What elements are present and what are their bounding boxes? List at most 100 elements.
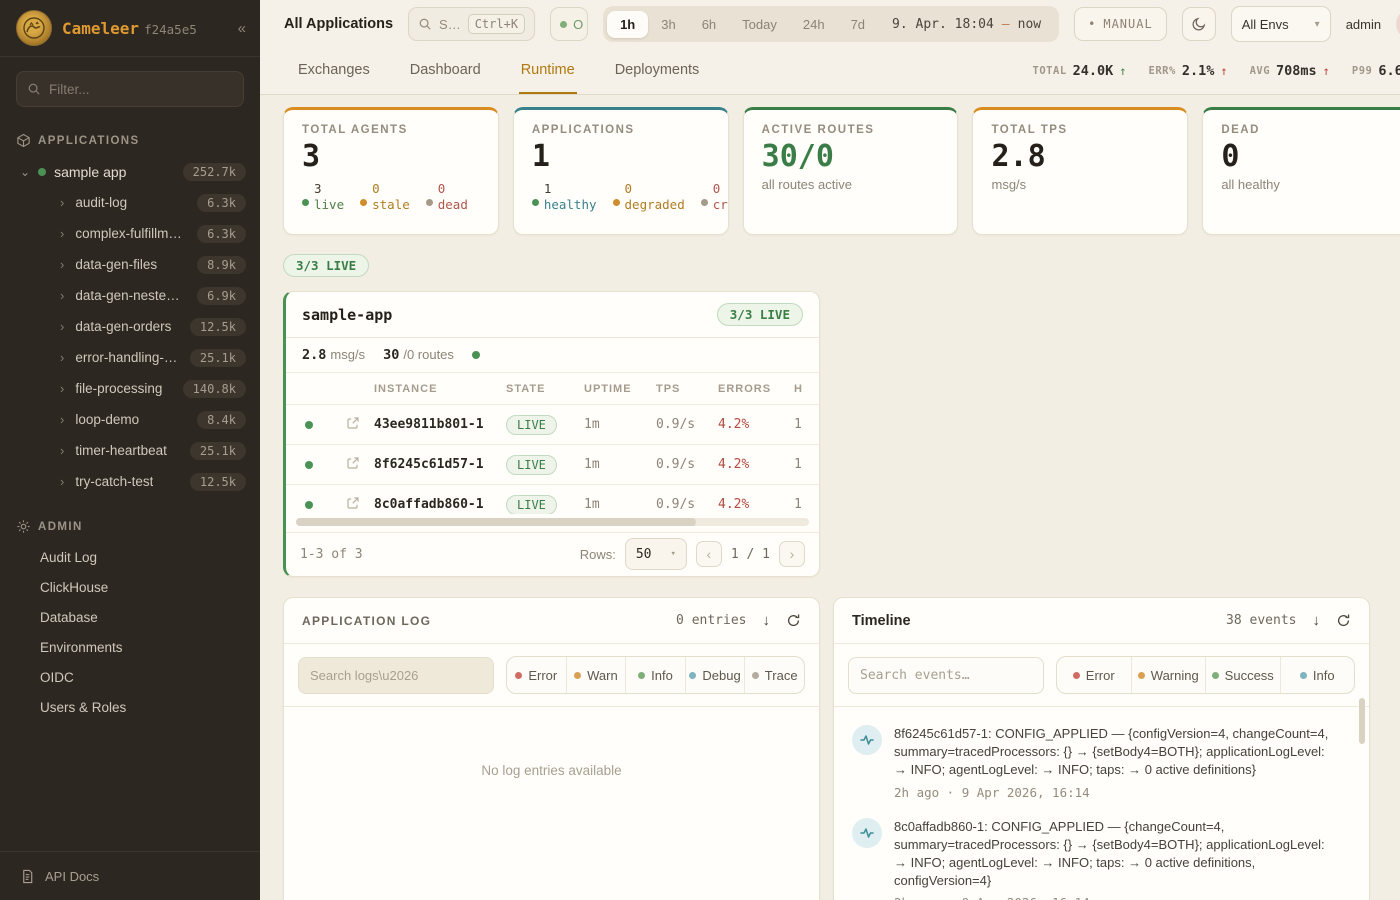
sidebar-item-users-roles[interactable]: Users & Roles xyxy=(0,692,260,722)
download-icon[interactable]: ↓ xyxy=(1313,612,1321,629)
filter-input[interactable] xyxy=(49,82,233,97)
admin-nav: Audit LogClickHouseDatabaseEnvironmentsO… xyxy=(0,542,260,722)
sidebar-item-environments[interactable]: Environments xyxy=(0,632,260,662)
sidebar-item-audit-log[interactable]: Audit Log xyxy=(0,542,260,572)
environment-select[interactable]: All Envs ▾ xyxy=(1231,6,1331,42)
table-row[interactable]: 8f6245c61d57-1LIVE1m0.9/s4.2%1 xyxy=(286,444,819,484)
tab-deployments[interactable]: Deployments xyxy=(613,48,702,94)
chevron-down-icon[interactable]: ⌄ xyxy=(20,165,30,179)
sidebar-item-complex-fulfillm[interactable]: ›complex-fulfillm…6.3k xyxy=(0,218,260,249)
status-dot xyxy=(560,21,567,28)
time-range-1h[interactable]: 1h xyxy=(607,11,648,38)
log-filter-error[interactable]: Error xyxy=(507,657,566,693)
sidebar-item-data-gen-orders[interactable]: ›data-gen-orders12.5k xyxy=(0,311,260,342)
connection-status-chip[interactable]: O xyxy=(550,7,588,41)
log-search-input[interactable] xyxy=(298,657,494,694)
avatar[interactable]: AD xyxy=(1396,9,1400,39)
caret-down-icon: ▾ xyxy=(670,549,675,559)
scrollbar-thumb[interactable] xyxy=(296,518,696,526)
timeline-event[interactable]: 8f6245c61d57-1: CONFIG_APPLIED — {config… xyxy=(852,713,1353,806)
log-filter-debug[interactable]: Debug xyxy=(685,657,745,693)
level-dot xyxy=(515,672,522,679)
stat-cards: TOTAL AGENTS33live0stale0deadAPPLICATION… xyxy=(283,107,1400,235)
chevron-right-icon[interactable]: › xyxy=(60,226,64,241)
download-icon[interactable]: ↓ xyxy=(763,612,771,629)
instance-id[interactable]: 8c0affadb860-1 xyxy=(374,497,506,512)
sidebar-filter[interactable] xyxy=(16,71,244,107)
time-range-control: 1h3h6hToday24h7d 9. Apr. 18:04 – now xyxy=(603,6,1059,42)
chevron-right-icon[interactable]: › xyxy=(60,381,64,396)
next-page-button[interactable]: › xyxy=(779,541,805,567)
sidebar-item-data-gen-files[interactable]: ›data-gen-files8.9k xyxy=(0,249,260,280)
sidebar-item-file-processing[interactable]: ›file-processing140.8k xyxy=(0,373,260,404)
timeline-filter-error[interactable]: Error xyxy=(1057,657,1131,693)
sidebar-item-timer-heartbeat[interactable]: ›timer-heartbeat25.1k xyxy=(0,435,260,466)
pulse-icon xyxy=(852,818,882,848)
global-search[interactable]: S… Ctrl+K xyxy=(408,7,535,41)
sidebar-item-error-handling[interactable]: ›error-handling-…25.1k xyxy=(0,342,260,373)
timeline-event[interactable]: 8c0affadb860-1: CONFIG_APPLIED — {change… xyxy=(852,806,1353,900)
chevron-right-icon[interactable]: › xyxy=(60,350,64,365)
sidebar-item-audit-log[interactable]: ›audit-log6.3k xyxy=(0,187,260,218)
date-to: now xyxy=(1018,17,1041,32)
dot-icon: • xyxy=(1088,17,1096,31)
instance-table-viewport: INSTANCESTATEUPTIMETPSERRORSH43ee9811b80… xyxy=(286,372,819,514)
chevron-right-icon[interactable]: › xyxy=(60,474,64,489)
tab-runtime[interactable]: Runtime xyxy=(519,48,577,94)
time-range-3h[interactable]: 3h xyxy=(648,11,688,38)
external-link-icon[interactable] xyxy=(346,496,360,513)
card-title: ACTIVE ROUTES xyxy=(762,124,940,136)
log-filter-info[interactable]: Info xyxy=(625,657,685,693)
breakdown-healthy: 1healthy xyxy=(532,181,597,214)
chevron-right-icon[interactable]: › xyxy=(60,288,64,303)
timeline-filter-warning[interactable]: Warning xyxy=(1131,657,1206,693)
time-range-24h[interactable]: 24h xyxy=(790,11,838,38)
time-range-7d[interactable]: 7d xyxy=(838,11,878,38)
table-row[interactable]: 43ee9811b801-1LIVE1m0.9/s4.2%1 xyxy=(286,404,819,444)
timeline-search-input[interactable] xyxy=(848,657,1044,694)
chevron-right-icon[interactable]: › xyxy=(60,412,64,427)
horizontal-scrollbar[interactable] xyxy=(296,518,809,526)
manual-refresh-toggle[interactable]: • MANUAL xyxy=(1074,7,1167,41)
sidebar-item-data-gen-neste[interactable]: ›data-gen-neste…6.9k xyxy=(0,280,260,311)
external-link-icon[interactable] xyxy=(346,416,360,433)
timeline-filter-success[interactable]: Success xyxy=(1205,657,1280,693)
sidebar: Cameleerf24a5e5 « APPLICATIONS ⌄ sample … xyxy=(0,0,260,900)
chevron-right-icon[interactable]: › xyxy=(60,319,64,334)
sidebar-collapse-icon[interactable]: « xyxy=(238,20,246,37)
timeline-filter-info[interactable]: Info xyxy=(1280,657,1355,693)
sidebar-item-api-docs[interactable]: API Docs xyxy=(0,851,260,900)
chevron-right-icon[interactable]: › xyxy=(60,257,64,272)
column-header-instance: INSTANCE xyxy=(374,383,506,395)
time-range-6h[interactable]: 6h xyxy=(689,11,729,38)
log-filter-warn[interactable]: Warn xyxy=(566,657,626,693)
time-range-today[interactable]: Today xyxy=(729,11,790,38)
sidebar-item-clickhouse[interactable]: ClickHouse xyxy=(0,572,260,602)
sidebar-item-oidc[interactable]: OIDC xyxy=(0,662,260,692)
instance-id[interactable]: 8f6245c61d57-1 xyxy=(374,457,506,472)
chevron-right-icon[interactable]: › xyxy=(60,195,64,210)
sidebar-item-try-catch-test[interactable]: ›try-catch-test12.5k xyxy=(0,466,260,497)
refresh-icon[interactable] xyxy=(786,613,801,628)
chevron-right-icon[interactable]: › xyxy=(60,443,64,458)
refresh-icon[interactable] xyxy=(1336,613,1351,628)
instance-id[interactable]: 43ee9811b801-1 xyxy=(374,417,506,432)
log-panel-title: APPLICATION LOG xyxy=(302,614,431,628)
tab-exchanges[interactable]: Exchanges xyxy=(296,48,372,94)
table-row[interactable]: 8c0affadb860-1LIVE1m0.9/s4.2%1 xyxy=(286,484,819,514)
date-range-display[interactable]: 9. Apr. 18:04 – now xyxy=(878,17,1055,32)
theme-toggle-button[interactable] xyxy=(1182,7,1216,41)
application-name[interactable]: sample-app xyxy=(302,306,392,324)
sidebar-item-database[interactable]: Database xyxy=(0,602,260,632)
sidebar-item-loop-demo[interactable]: ›loop-demo8.4k xyxy=(0,404,260,435)
count-badge: 252.7k xyxy=(183,163,246,181)
timeline-scrollbar-thumb[interactable] xyxy=(1359,698,1365,744)
tab-dashboard[interactable]: Dashboard xyxy=(408,48,483,94)
page-indicator: 1 / 1 xyxy=(731,547,770,562)
external-link-icon[interactable] xyxy=(346,456,360,473)
prev-page-button[interactable]: ‹ xyxy=(696,541,722,567)
stat-card-applications: APPLICATIONS11healthy0degraded0critical xyxy=(513,107,729,235)
rows-per-page-select[interactable]: 50 ▾ xyxy=(625,538,687,570)
sidebar-item-sample-app[interactable]: ⌄ sample app 252.7k xyxy=(0,156,260,187)
log-filter-trace[interactable]: Trace xyxy=(744,657,804,693)
